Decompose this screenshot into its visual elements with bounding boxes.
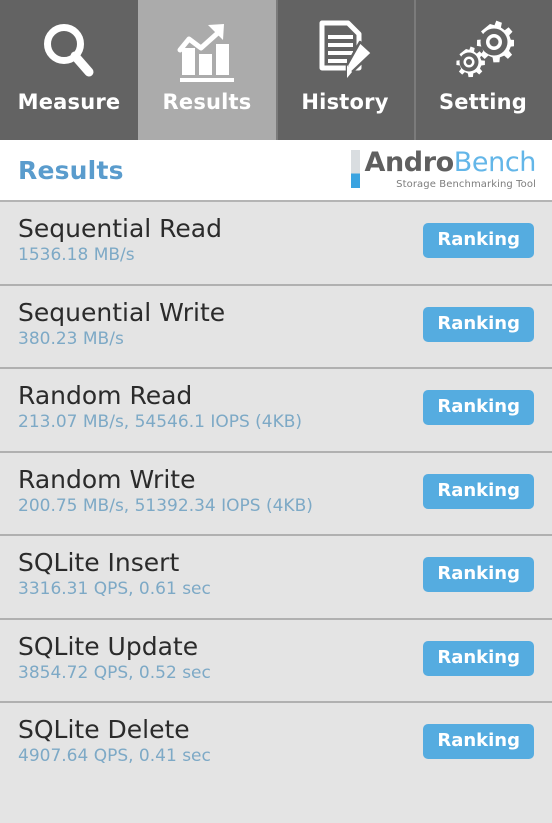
- table-row: SQLite Insert 3316.31 QPS, 0.61 sec Rank…: [0, 536, 552, 620]
- row-value: 380.23 MB/s: [18, 328, 124, 349]
- tab-measure[interactable]: Measure: [0, 0, 138, 140]
- document-pencil-icon: [305, 18, 385, 84]
- ranking-button[interactable]: Ranking: [423, 640, 534, 676]
- row-title: Sequential Read: [18, 214, 222, 243]
- ranking-button[interactable]: Ranking: [423, 557, 534, 592]
- row-value: 1536.18 MB/s: [18, 245, 135, 265]
- row-title: Random Write: [18, 464, 196, 494]
- logo-primary: Andro: [364, 147, 454, 178]
- row-value: 3854.72 QPS, 0.52 sec: [18, 662, 211, 683]
- bar-chart-icon: [167, 18, 247, 84]
- table-row: SQLite Delete 4907.64 QPS, 0.41 sec Rank…: [0, 703, 552, 787]
- logo-tagline: Storage Benchmarking Tool: [396, 179, 536, 190]
- result-list: Sequential Read 1536.18 MB/s Ranking Seq…: [0, 202, 552, 823]
- tab-results-label: Results: [162, 90, 252, 114]
- row-title: SQLite Insert: [18, 548, 180, 577]
- tab-history[interactable]: History: [276, 0, 414, 140]
- tab-setting[interactable]: Setting: [414, 0, 552, 140]
- page-title: Results: [18, 155, 124, 185]
- row-texts: Random Write 200.75 MB/s, 51392.34 IOPS …: [18, 464, 313, 517]
- tab-bar: Measure Results History Setting: [0, 0, 552, 140]
- row-title: SQLite Update: [18, 631, 199, 661]
- row-texts: SQLite Insert 3316.31 QPS, 0.61 sec: [18, 549, 211, 600]
- magnifier-icon: [29, 18, 109, 84]
- tab-history-label: History: [301, 90, 389, 114]
- table-row: Sequential Write 380.23 MB/s Ranking: [0, 285, 552, 369]
- row-texts: Sequential Read 1536.18 MB/s: [18, 215, 222, 266]
- row-texts: Sequential Write 380.23 MB/s: [18, 297, 226, 350]
- logo-text: AndroBench Storage Benchmarking Tool: [364, 149, 536, 190]
- logo-secondary: Bench: [453, 147, 537, 178]
- row-texts: SQLite Update 3854.72 QPS, 0.52 sec: [18, 631, 211, 684]
- row-texts: SQLite Delete 4907.64 QPS, 0.41 sec: [18, 716, 211, 767]
- logo-bar-icon: [351, 150, 361, 188]
- table-row: Random Read 213.07 MB/s, 54546.1 IOPS (4…: [0, 369, 552, 453]
- row-value: 213.07 MB/s, 54546.1 IOPS (4KB): [18, 412, 303, 432]
- row-value: 3316.31 QPS, 0.61 sec: [18, 579, 211, 599]
- page-header: Results AndroBench Storage Benchmarking …: [0, 140, 552, 202]
- table-row: SQLite Update 3854.72 QPS, 0.52 sec Rank…: [0, 619, 552, 703]
- ranking-button[interactable]: Ranking: [423, 390, 534, 425]
- tab-results[interactable]: Results: [138, 0, 276, 140]
- ranking-button[interactable]: Ranking: [423, 724, 534, 759]
- row-title: SQLite Delete: [18, 715, 190, 744]
- table-row: Sequential Read 1536.18 MB/s Ranking: [0, 202, 552, 286]
- ranking-button[interactable]: Ranking: [423, 473, 534, 509]
- ranking-button[interactable]: Ranking: [423, 306, 534, 342]
- tab-measure-label: Measure: [17, 90, 121, 114]
- gears-icon: [443, 18, 523, 84]
- tab-setting-label: Setting: [438, 90, 528, 114]
- row-title: Sequential Write: [18, 297, 226, 327]
- logo-wordmark: AndroBench: [364, 149, 536, 176]
- table-row: Random Write 200.75 MB/s, 51392.34 IOPS …: [0, 452, 552, 536]
- row-value: 4907.64 QPS, 0.41 sec: [18, 746, 211, 766]
- ranking-button[interactable]: Ranking: [423, 223, 534, 258]
- androbench-logo: AndroBench Storage Benchmarking Tool: [351, 149, 536, 190]
- row-texts: Random Read 213.07 MB/s, 54546.1 IOPS (4…: [18, 382, 302, 433]
- row-value: 200.75 MB/s, 51392.34 IOPS (4KB): [18, 495, 313, 516]
- row-title: Random Read: [18, 381, 193, 410]
